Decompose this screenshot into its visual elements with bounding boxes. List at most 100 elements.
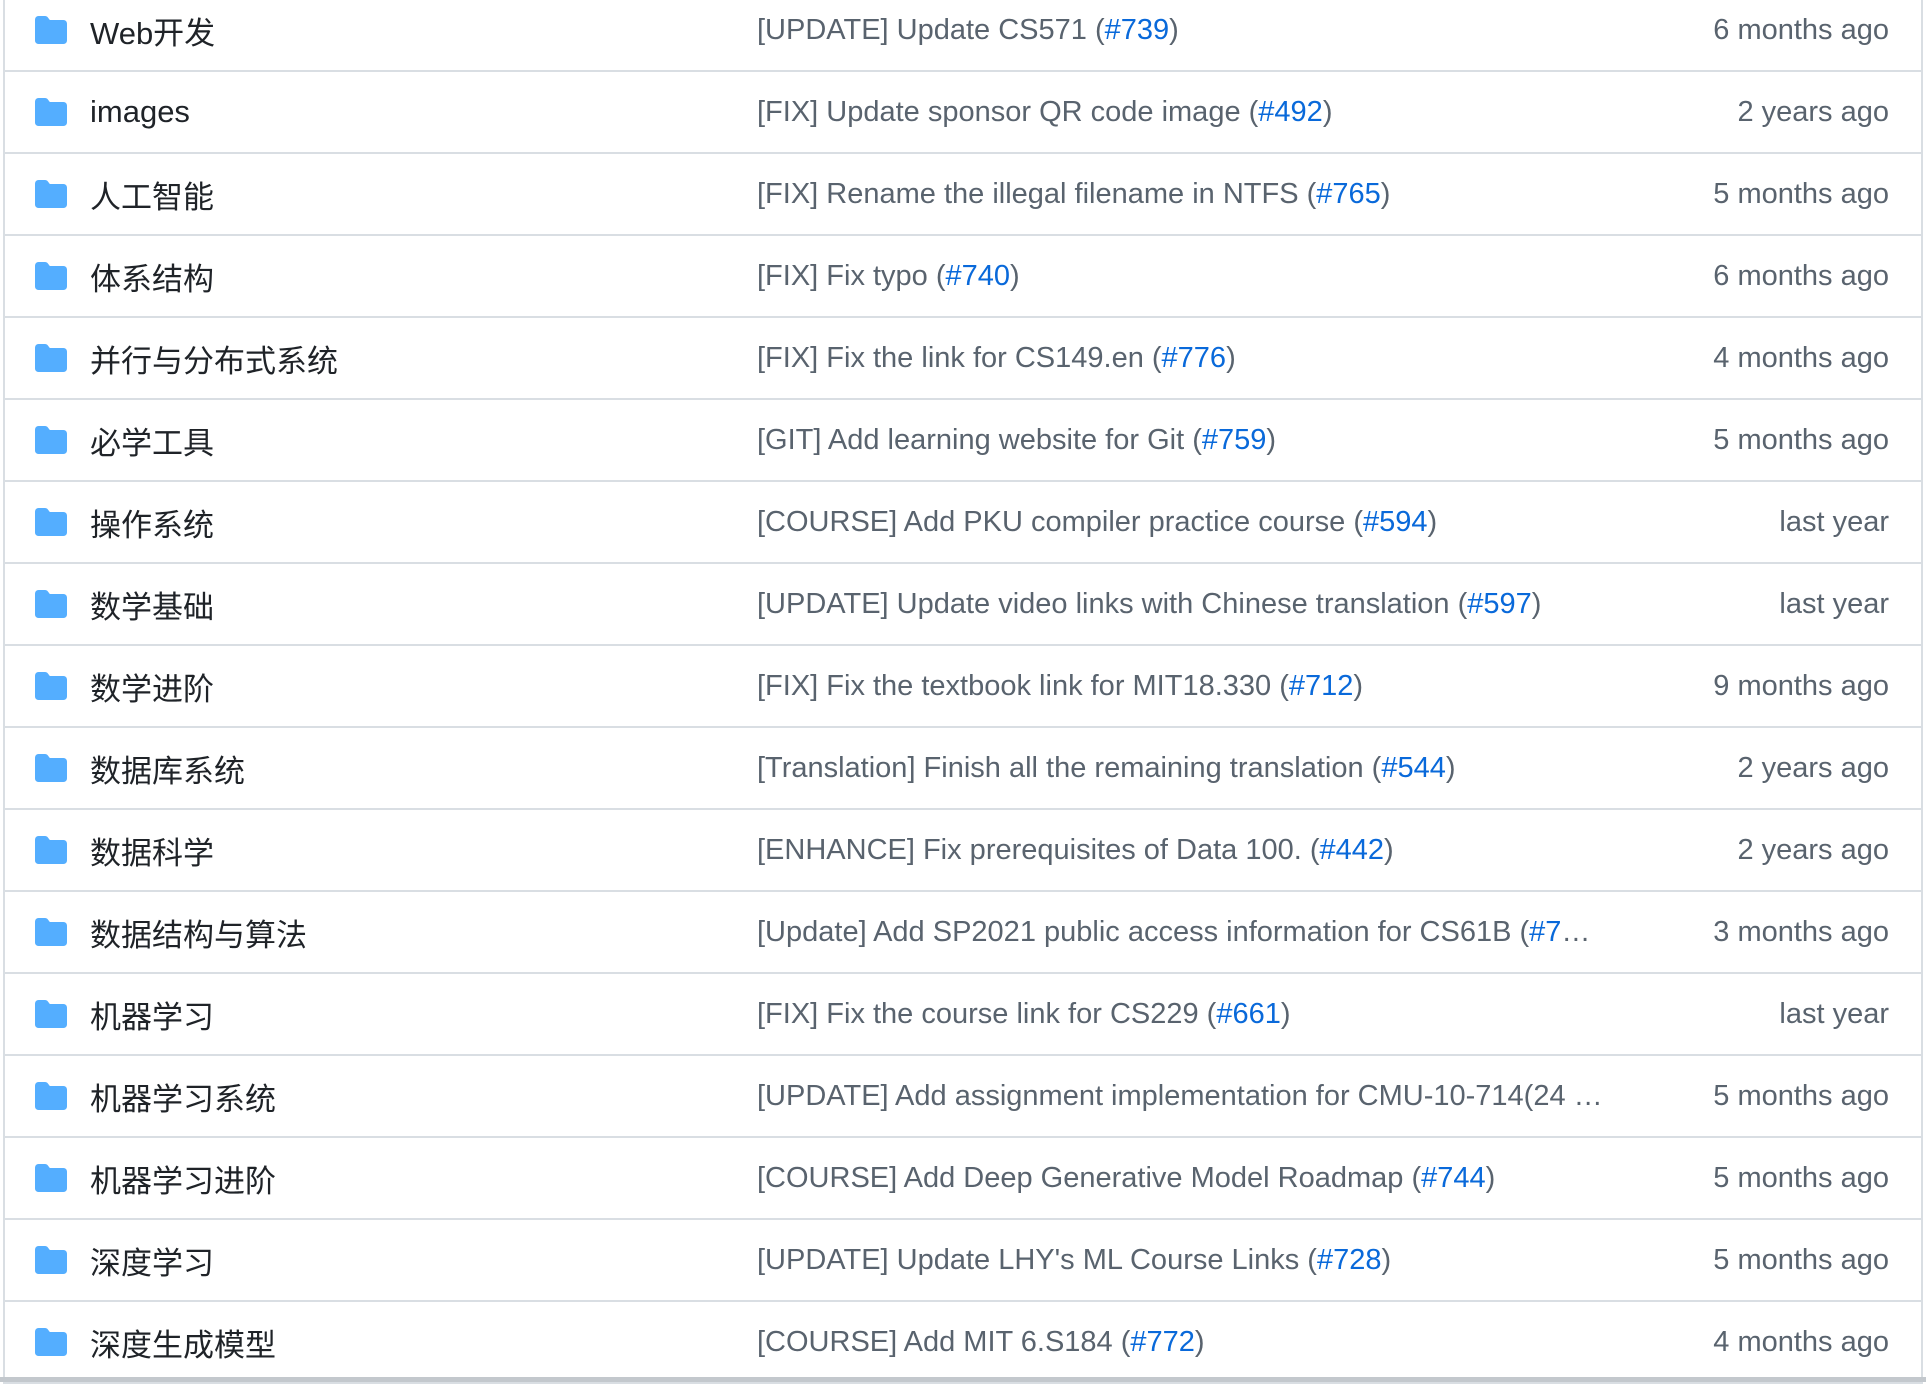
- commit-message: [COURSE] Add MIT 6.S184 (#772): [757, 1326, 1647, 1359]
- file-row: 数据结构与算法 [Update] Add SP2021 public acces…: [5, 892, 1921, 974]
- commit-message-suffix: ): [1010, 260, 1020, 292]
- folder-icon: [35, 342, 67, 374]
- commit-message-link[interactable]: [FIX] Fix the course link for CS229 (: [757, 998, 1216, 1030]
- folder-name-link[interactable]: 操作系统: [90, 500, 214, 545]
- folder-icon: [35, 1162, 67, 1194]
- folder-name-link[interactable]: images: [90, 94, 190, 130]
- commit-message-link[interactable]: [UPDATE] Add assignment implementation f…: [757, 1080, 1574, 1112]
- last-commit-date: 6 months ago: [1647, 14, 1889, 47]
- folder-name-link[interactable]: 数据库系统: [90, 746, 245, 791]
- file-row: 机器学习 [FIX] Fix the course link for CS229…: [5, 974, 1921, 1056]
- commit-message-link[interactable]: [FIX] Fix the textbook link for MIT18.33…: [757, 670, 1289, 702]
- commit-message-link[interactable]: [UPDATE] Update CS571 (: [757, 14, 1105, 46]
- file-name-cell: 必学工具: [35, 418, 757, 463]
- last-commit-date: 6 months ago: [1647, 260, 1889, 293]
- file-name-cell: 体系结构: [35, 254, 757, 299]
- commit-message-link[interactable]: [FIX] Fix typo (: [757, 260, 946, 292]
- last-commit-date: 4 months ago: [1647, 342, 1889, 375]
- folder-name-link[interactable]: Web开发: [90, 8, 215, 53]
- pr-number-link[interactable]: #765: [1316, 178, 1381, 210]
- commit-message: [UPDATE] Update LHY's ML Course Links (#…: [757, 1244, 1647, 1277]
- file-row: 数学基础 [UPDATE] Update video links with Ch…: [5, 564, 1921, 646]
- folder-name-link[interactable]: 并行与分布式系统: [90, 336, 338, 381]
- folder-icon: [35, 670, 67, 702]
- commit-message-suffix: ): [1281, 998, 1291, 1030]
- commit-message-link[interactable]: [ENHANCE] Fix prerequisites of Data 100.…: [757, 834, 1319, 866]
- folder-icon: [35, 178, 67, 210]
- folder-name-link[interactable]: 数据结构与算法: [90, 910, 307, 955]
- file-row: 体系结构 [FIX] Fix typo (#740) 6 months ago: [5, 236, 1921, 318]
- last-commit-date: 2 years ago: [1647, 96, 1889, 129]
- folder-icon: [35, 1244, 67, 1276]
- pr-number-link[interactable]: #712: [1289, 670, 1354, 702]
- file-row: 深度生成模型 [COURSE] Add MIT 6.S184 (#772) 4 …: [5, 1302, 1921, 1384]
- commit-message-link[interactable]: [FIX] Update sponsor QR code image (: [757, 96, 1258, 128]
- pr-number-link[interactable]: #759: [1202, 424, 1267, 456]
- commit-message-suffix: ): [1323, 96, 1333, 128]
- last-commit-date: 5 months ago: [1647, 1162, 1889, 1195]
- folder-icon: [35, 96, 67, 128]
- pr-number-link[interactable]: #544: [1381, 752, 1446, 784]
- commit-message-link[interactable]: [UPDATE] Update LHY's ML Course Links (: [757, 1244, 1317, 1276]
- pr-number-link[interactable]: #744: [1421, 1162, 1486, 1194]
- file-row: 数学进阶 [FIX] Fix the textbook link for MIT…: [5, 646, 1921, 728]
- file-name-cell: 人工智能: [35, 172, 757, 217]
- pr-number-link[interactable]: #740: [946, 260, 1011, 292]
- commit-message-link[interactable]: [COURSE] Add Deep Generative Model Roadm…: [757, 1162, 1421, 1194]
- commit-message: [FIX] Fix the course link for CS229 (#66…: [757, 998, 1647, 1031]
- commit-message-link[interactable]: [FIX] Rename the illegal filename in NTF…: [757, 178, 1316, 210]
- folder-icon: [35, 1326, 67, 1358]
- pr-number-link[interactable]: #442: [1319, 834, 1384, 866]
- commit-message-suffix: ): [1195, 1326, 1205, 1358]
- pr-number-link[interactable]: #776: [1162, 342, 1227, 374]
- folder-name-link[interactable]: 机器学习: [90, 992, 214, 1037]
- commit-message-suffix: ): [1266, 424, 1276, 456]
- folder-name-link[interactable]: 机器学习进阶: [90, 1156, 276, 1201]
- folder-name-link[interactable]: 深度学习: [90, 1238, 214, 1283]
- file-name-cell: 数据科学: [35, 828, 757, 873]
- pr-number-link[interactable]: #772: [1130, 1326, 1195, 1358]
- pr-number-link[interactable]: #661: [1216, 998, 1281, 1030]
- pr-number-link[interactable]: #728: [1317, 1244, 1382, 1276]
- commit-message-suffix: …: [1561, 916, 1590, 948]
- folder-name-link[interactable]: 数学进阶: [90, 664, 214, 709]
- last-commit-date: last year: [1647, 998, 1889, 1031]
- folder-icon: [35, 588, 67, 620]
- commit-message-suffix: ): [1486, 1162, 1496, 1194]
- commit-message-link[interactable]: [UPDATE] Update video links with Chinese…: [757, 588, 1467, 620]
- commit-message-link[interactable]: [COURSE] Add PKU compiler practice cours…: [757, 506, 1363, 538]
- commit-message-link[interactable]: [COURSE] Add MIT 6.S184 (: [757, 1326, 1130, 1358]
- pr-number-link[interactable]: #597: [1467, 588, 1532, 620]
- commit-message-link[interactable]: [GIT] Add learning website for Git (: [757, 424, 1202, 456]
- folder-name-link[interactable]: 数学基础: [90, 582, 214, 627]
- folder-name-link[interactable]: 机器学习系统: [90, 1074, 276, 1119]
- commit-message-link[interactable]: [Update] Add SP2021 public access inform…: [757, 916, 1529, 948]
- commit-message-link[interactable]: [FIX] Fix the link for CS149.en (: [757, 342, 1162, 374]
- file-row: images [FIX] Update sponsor QR code imag…: [5, 72, 1921, 154]
- commit-message-suffix: ): [1226, 342, 1236, 374]
- commit-message: [ENHANCE] Fix prerequisites of Data 100.…: [757, 834, 1647, 867]
- commit-message: [FIX] Fix the textbook link for MIT18.33…: [757, 670, 1647, 703]
- last-commit-date: last year: [1647, 506, 1889, 539]
- commit-message-link[interactable]: [Translation] Finish all the remaining t…: [757, 752, 1381, 784]
- file-row: 操作系统 [COURSE] Add PKU compiler practice …: [5, 482, 1921, 564]
- pr-number-link[interactable]: #594: [1363, 506, 1428, 538]
- folder-name-link[interactable]: 深度生成模型: [90, 1320, 276, 1365]
- commit-message-suffix: ): [1428, 506, 1438, 538]
- folder-name-link[interactable]: 人工智能: [90, 172, 214, 217]
- folder-name-link[interactable]: 体系结构: [90, 254, 214, 299]
- commit-message: [UPDATE] Add assignment implementation f…: [757, 1080, 1647, 1113]
- pr-number-link[interactable]: #492: [1258, 96, 1323, 128]
- commit-message-suffix: ): [1446, 752, 1456, 784]
- folder-name-link[interactable]: 必学工具: [90, 418, 214, 463]
- file-name-cell: 机器学习系统: [35, 1074, 757, 1119]
- file-name-cell: 数学进阶: [35, 664, 757, 709]
- pr-number-link[interactable]: #7: [1529, 916, 1561, 948]
- commit-message-suffix: ): [1532, 588, 1542, 620]
- pr-number-link[interactable]: #739: [1105, 14, 1170, 46]
- folder-icon: [35, 834, 67, 866]
- file-name-cell: 并行与分布式系统: [35, 336, 757, 381]
- commit-message-suffix: ): [1381, 178, 1391, 210]
- last-commit-date: 5 months ago: [1647, 1244, 1889, 1277]
- folder-name-link[interactable]: 数据科学: [90, 828, 214, 873]
